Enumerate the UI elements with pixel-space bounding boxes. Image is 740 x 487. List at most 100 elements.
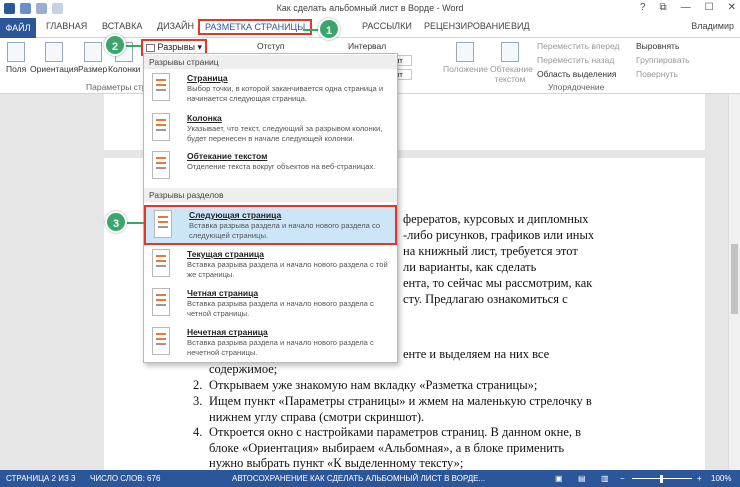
scrollbar-thumb[interactable] bbox=[731, 244, 738, 314]
item-title: Страница bbox=[187, 73, 228, 83]
arrange-group-label: Упорядочение bbox=[548, 82, 605, 92]
zoom-slider-thumb[interactable] bbox=[660, 475, 663, 483]
wrap-text-button[interactable]: Обтекание текстом bbox=[490, 42, 533, 84]
continuous-break-icon bbox=[152, 249, 170, 277]
window-controls: ? ⧉ — ☐ ✕ bbox=[640, 2, 736, 13]
page-breaks-header: Разрывы страниц bbox=[144, 55, 397, 69]
break-continuous-item[interactable]: Текущая страница Вставка разрыва раздела… bbox=[144, 246, 397, 286]
zoom-out-icon[interactable]: − bbox=[620, 474, 625, 483]
position-button[interactable]: Положение bbox=[443, 42, 488, 74]
columns-label: Колонки bbox=[108, 64, 141, 74]
minimize-icon[interactable]: — bbox=[681, 2, 691, 13]
callout-3: 3 bbox=[105, 211, 127, 233]
close-icon[interactable]: ✕ bbox=[728, 2, 736, 13]
tab-review[interactable]: РЕЦЕНЗИРОВАНИЕ bbox=[424, 21, 511, 31]
breaks-icon bbox=[146, 43, 155, 52]
bring-forward-button[interactable]: Переместить вперед bbox=[537, 41, 620, 51]
window-title: Как сделать альбомный лист в Ворде - Wor… bbox=[276, 3, 464, 13]
margins-label: Поля bbox=[6, 64, 27, 74]
orientation-button[interactable]: Ориентация bbox=[30, 42, 78, 74]
list-number: 4. bbox=[193, 425, 203, 439]
wrap-text-label: Обтекание текстом bbox=[490, 64, 533, 84]
print-layout-icon[interactable]: ▤ bbox=[578, 474, 586, 483]
list-item: блоке «Ориентация» выбираем «Альбомная»,… bbox=[209, 441, 565, 455]
margins-icon bbox=[7, 42, 26, 62]
next-page-break-icon bbox=[154, 210, 172, 238]
break-page-item[interactable]: Страница Выбор точки, в которой заканчив… bbox=[144, 70, 397, 110]
title-bar: Как сделать альбомный лист в Ворде - Wor… bbox=[0, 0, 740, 18]
breaks-dropdown: Разрывы страниц Страница Выбор точки, в … bbox=[143, 53, 398, 363]
item-desc: Указывает, что текст, следующий за разры… bbox=[187, 124, 383, 143]
break-text-wrap-item[interactable]: Обтекание текстом Отделение текста вокру… bbox=[144, 148, 397, 188]
doc-line: ента, то сейчас мы рассмотрим, как bbox=[403, 276, 593, 290]
group-button[interactable]: Группировать bbox=[636, 55, 690, 65]
tab-page-layout[interactable]: РАЗМЕТКА СТРАНИЦЫ bbox=[198, 19, 313, 35]
tab-file[interactable]: ФАЙЛ bbox=[0, 18, 36, 38]
doc-line: -либо рисунков, графиков или иных bbox=[403, 228, 595, 242]
break-odd-page-item[interactable]: Нечетная страница Вставка разрыва раздел… bbox=[144, 324, 397, 364]
odd-page-break-icon bbox=[152, 327, 170, 355]
break-even-page-item[interactable]: Четная страница Вставка разрыва раздела … bbox=[144, 285, 397, 325]
orientation-label: Ориентация bbox=[30, 64, 79, 74]
item-title: Нечетная страница bbox=[187, 327, 268, 337]
break-next-page-item[interactable]: Следующая страница Вставка разрыва разде… bbox=[144, 205, 397, 245]
callout-1: 1 bbox=[318, 18, 340, 40]
section-breaks-header: Разрывы разделов bbox=[144, 188, 397, 202]
page-break-icon bbox=[152, 73, 170, 101]
doc-line: сту. Предлагаю ознакомиться с bbox=[403, 292, 568, 306]
selection-pane-button[interactable]: Область выделения bbox=[537, 69, 616, 79]
send-backward-button[interactable]: Переместить назад bbox=[537, 55, 614, 65]
callout-2: 2 bbox=[104, 34, 126, 56]
position-label: Положение bbox=[443, 64, 488, 74]
tab-insert[interactable]: ВСТАВКА bbox=[102, 21, 142, 31]
list-item: Открываем уже знакомую нам вкладку «Разм… bbox=[209, 378, 538, 392]
word-count[interactable]: ЧИСЛО СЛОВ: 676 bbox=[90, 474, 160, 483]
tab-home[interactable]: ГЛАВНАЯ bbox=[46, 21, 87, 31]
doc-line: енте и выделяем на них все bbox=[403, 347, 550, 361]
zoom-level[interactable]: 100% bbox=[711, 474, 731, 483]
item-desc: Отделение текста вокруг объектов на веб-… bbox=[187, 162, 376, 171]
item-desc: Вставка разрыва раздела и начало нового … bbox=[187, 338, 374, 357]
page-indicator[interactable]: СТРАНИЦА 2 ИЗ 3 bbox=[6, 474, 75, 483]
list-item: нижнем углу справа (смотри скриншот). bbox=[209, 410, 425, 424]
ribbon-display-icon[interactable]: ⧉ bbox=[660, 2, 667, 13]
list-item: Откроется окно с настройками параметров … bbox=[209, 425, 582, 439]
item-desc: Вставка разрыва раздела и начало нового … bbox=[189, 221, 381, 240]
user-name[interactable]: Владимир bbox=[691, 21, 734, 31]
doc-line: ли варианты, как сделать bbox=[403, 260, 537, 274]
tab-mailings[interactable]: РАССЫЛКИ bbox=[362, 21, 412, 31]
maximize-icon[interactable]: ☐ bbox=[705, 2, 714, 13]
text-wrap-break-icon bbox=[152, 151, 170, 179]
item-title: Колонка bbox=[187, 113, 222, 123]
page-setup-group-label: Параметры стра bbox=[86, 82, 152, 92]
margins-button[interactable]: Поля bbox=[6, 42, 26, 74]
indent-label: Отступ bbox=[257, 41, 285, 51]
wrap-text-icon bbox=[501, 42, 519, 62]
item-title: Обтекание текстом bbox=[187, 151, 268, 161]
item-desc: Вставка разрыва раздела и начало нового … bbox=[187, 299, 374, 318]
list-number: 2. bbox=[193, 378, 203, 392]
list-number: 3. bbox=[193, 394, 203, 408]
column-break-icon bbox=[152, 113, 170, 141]
tab-view[interactable]: ВИД bbox=[511, 21, 530, 31]
item-desc: Выбор точки, в которой заканчивается одн… bbox=[187, 84, 384, 103]
rotate-button[interactable]: Повернуть bbox=[636, 69, 678, 79]
size-button[interactable]: Размер bbox=[78, 42, 107, 74]
tab-design[interactable]: ДИЗАЙН bbox=[157, 21, 194, 31]
orientation-icon bbox=[45, 42, 64, 62]
break-column-item[interactable]: Колонка Указывает, что текст, следующий … bbox=[144, 110, 397, 150]
web-layout-icon[interactable]: ▥ bbox=[601, 474, 609, 483]
callout-arrow bbox=[125, 45, 141, 47]
help-icon[interactable]: ? bbox=[640, 2, 646, 13]
callout-arrow bbox=[126, 222, 144, 224]
breaks-label: Разрывы bbox=[157, 42, 195, 52]
align-button[interactable]: Выровнять bbox=[636, 41, 679, 51]
autosave-status: АВТОСОХРАНЕНИЕ КАК СДЕЛАТЬ АЛЬБОМНЫЙ ЛИС… bbox=[232, 474, 486, 483]
spacing-label: Интервал bbox=[348, 41, 387, 51]
doc-line: ферератов, курсовых и дипломных bbox=[403, 212, 589, 226]
item-desc: Вставка разрыва раздела и начало нового … bbox=[187, 260, 388, 279]
read-mode-icon[interactable]: ▣ bbox=[555, 474, 563, 483]
vertical-scrollbar[interactable] bbox=[728, 94, 740, 470]
even-page-break-icon bbox=[152, 288, 170, 316]
zoom-in-icon[interactable]: + bbox=[697, 474, 702, 483]
